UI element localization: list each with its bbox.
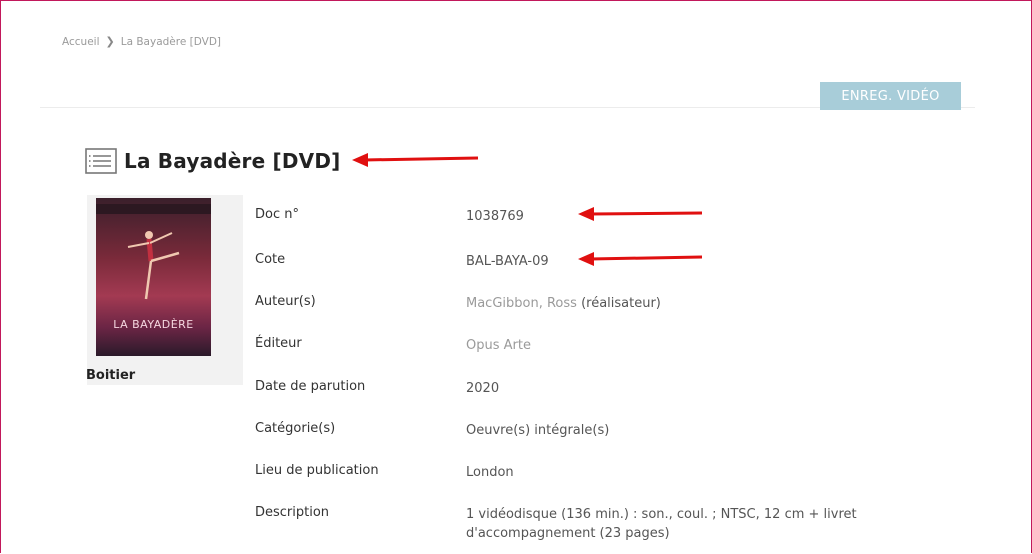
cover-top-band xyxy=(96,204,211,214)
field-value-author: MacGibbon, Ross (réalisateur) xyxy=(466,294,906,313)
field-row-publisher: Éditeur Opus Arte xyxy=(255,329,935,359)
cover-caption: Boitier xyxy=(86,368,136,383)
field-label: Catégorie(s) xyxy=(255,421,336,436)
cover-image[interactable]: LA BAYADÈRE xyxy=(96,198,211,356)
publisher-link[interactable]: Opus Arte xyxy=(466,336,906,355)
field-row-place: Lieu de publication London xyxy=(255,456,935,486)
field-label: Cote xyxy=(255,252,286,267)
field-row-date: Date de parution 2020 xyxy=(255,372,935,402)
author-link[interactable]: MacGibbon, Ross xyxy=(466,296,577,311)
breadcrumb: Accueil ❯ La Bayadère [DVD] xyxy=(62,35,221,48)
field-label: Éditeur xyxy=(255,336,302,351)
dancer-figure xyxy=(127,231,180,300)
chevron-right-icon: ❯ xyxy=(105,35,115,48)
field-label: Description xyxy=(255,505,330,520)
breadcrumb-home-link[interactable]: Accueil xyxy=(62,36,100,48)
field-value: BAL-BAYA-09 xyxy=(466,254,549,269)
annotation-arrow-title xyxy=(352,153,479,167)
field-value: 1 vidéodisque (136 min.) : son., coul. ;… xyxy=(466,507,857,541)
cover-title: LA BAYADÈRE xyxy=(113,318,194,331)
field-row-cote: Cote BAL-BAYA-09 xyxy=(255,245,935,275)
field-row-category: Catégorie(s) Oeuvre(s) intégrale(s) xyxy=(255,414,935,444)
document-list-icon xyxy=(85,148,117,174)
field-value: Oeuvre(s) intégrale(s) xyxy=(466,423,610,438)
record-title-block: La Bayadère [DVD] xyxy=(84,146,341,176)
document-type-badge: ENREG. VIDÉO xyxy=(820,82,961,110)
field-label: Lieu de publication xyxy=(255,463,379,478)
field-row-doc-number: Doc n° 1038769 xyxy=(255,200,935,230)
author-role: (réalisateur) xyxy=(576,296,661,311)
field-row-author: Auteur(s) MacGibbon, Ross (réalisateur) xyxy=(255,287,935,317)
field-value: 1038769 xyxy=(466,209,524,224)
field-value: London xyxy=(466,465,514,480)
field-label: Date de parution xyxy=(255,379,366,394)
field-row-description: Description 1 vidéodisque (136 min.) : s… xyxy=(255,498,935,548)
field-value: 2020 xyxy=(466,381,500,396)
field-label: Doc n° xyxy=(255,207,299,222)
field-label: Auteur(s) xyxy=(255,294,316,309)
breadcrumb-current: La Bayadère [DVD] xyxy=(120,35,221,48)
page-title: La Bayadère [DVD] xyxy=(124,149,341,173)
